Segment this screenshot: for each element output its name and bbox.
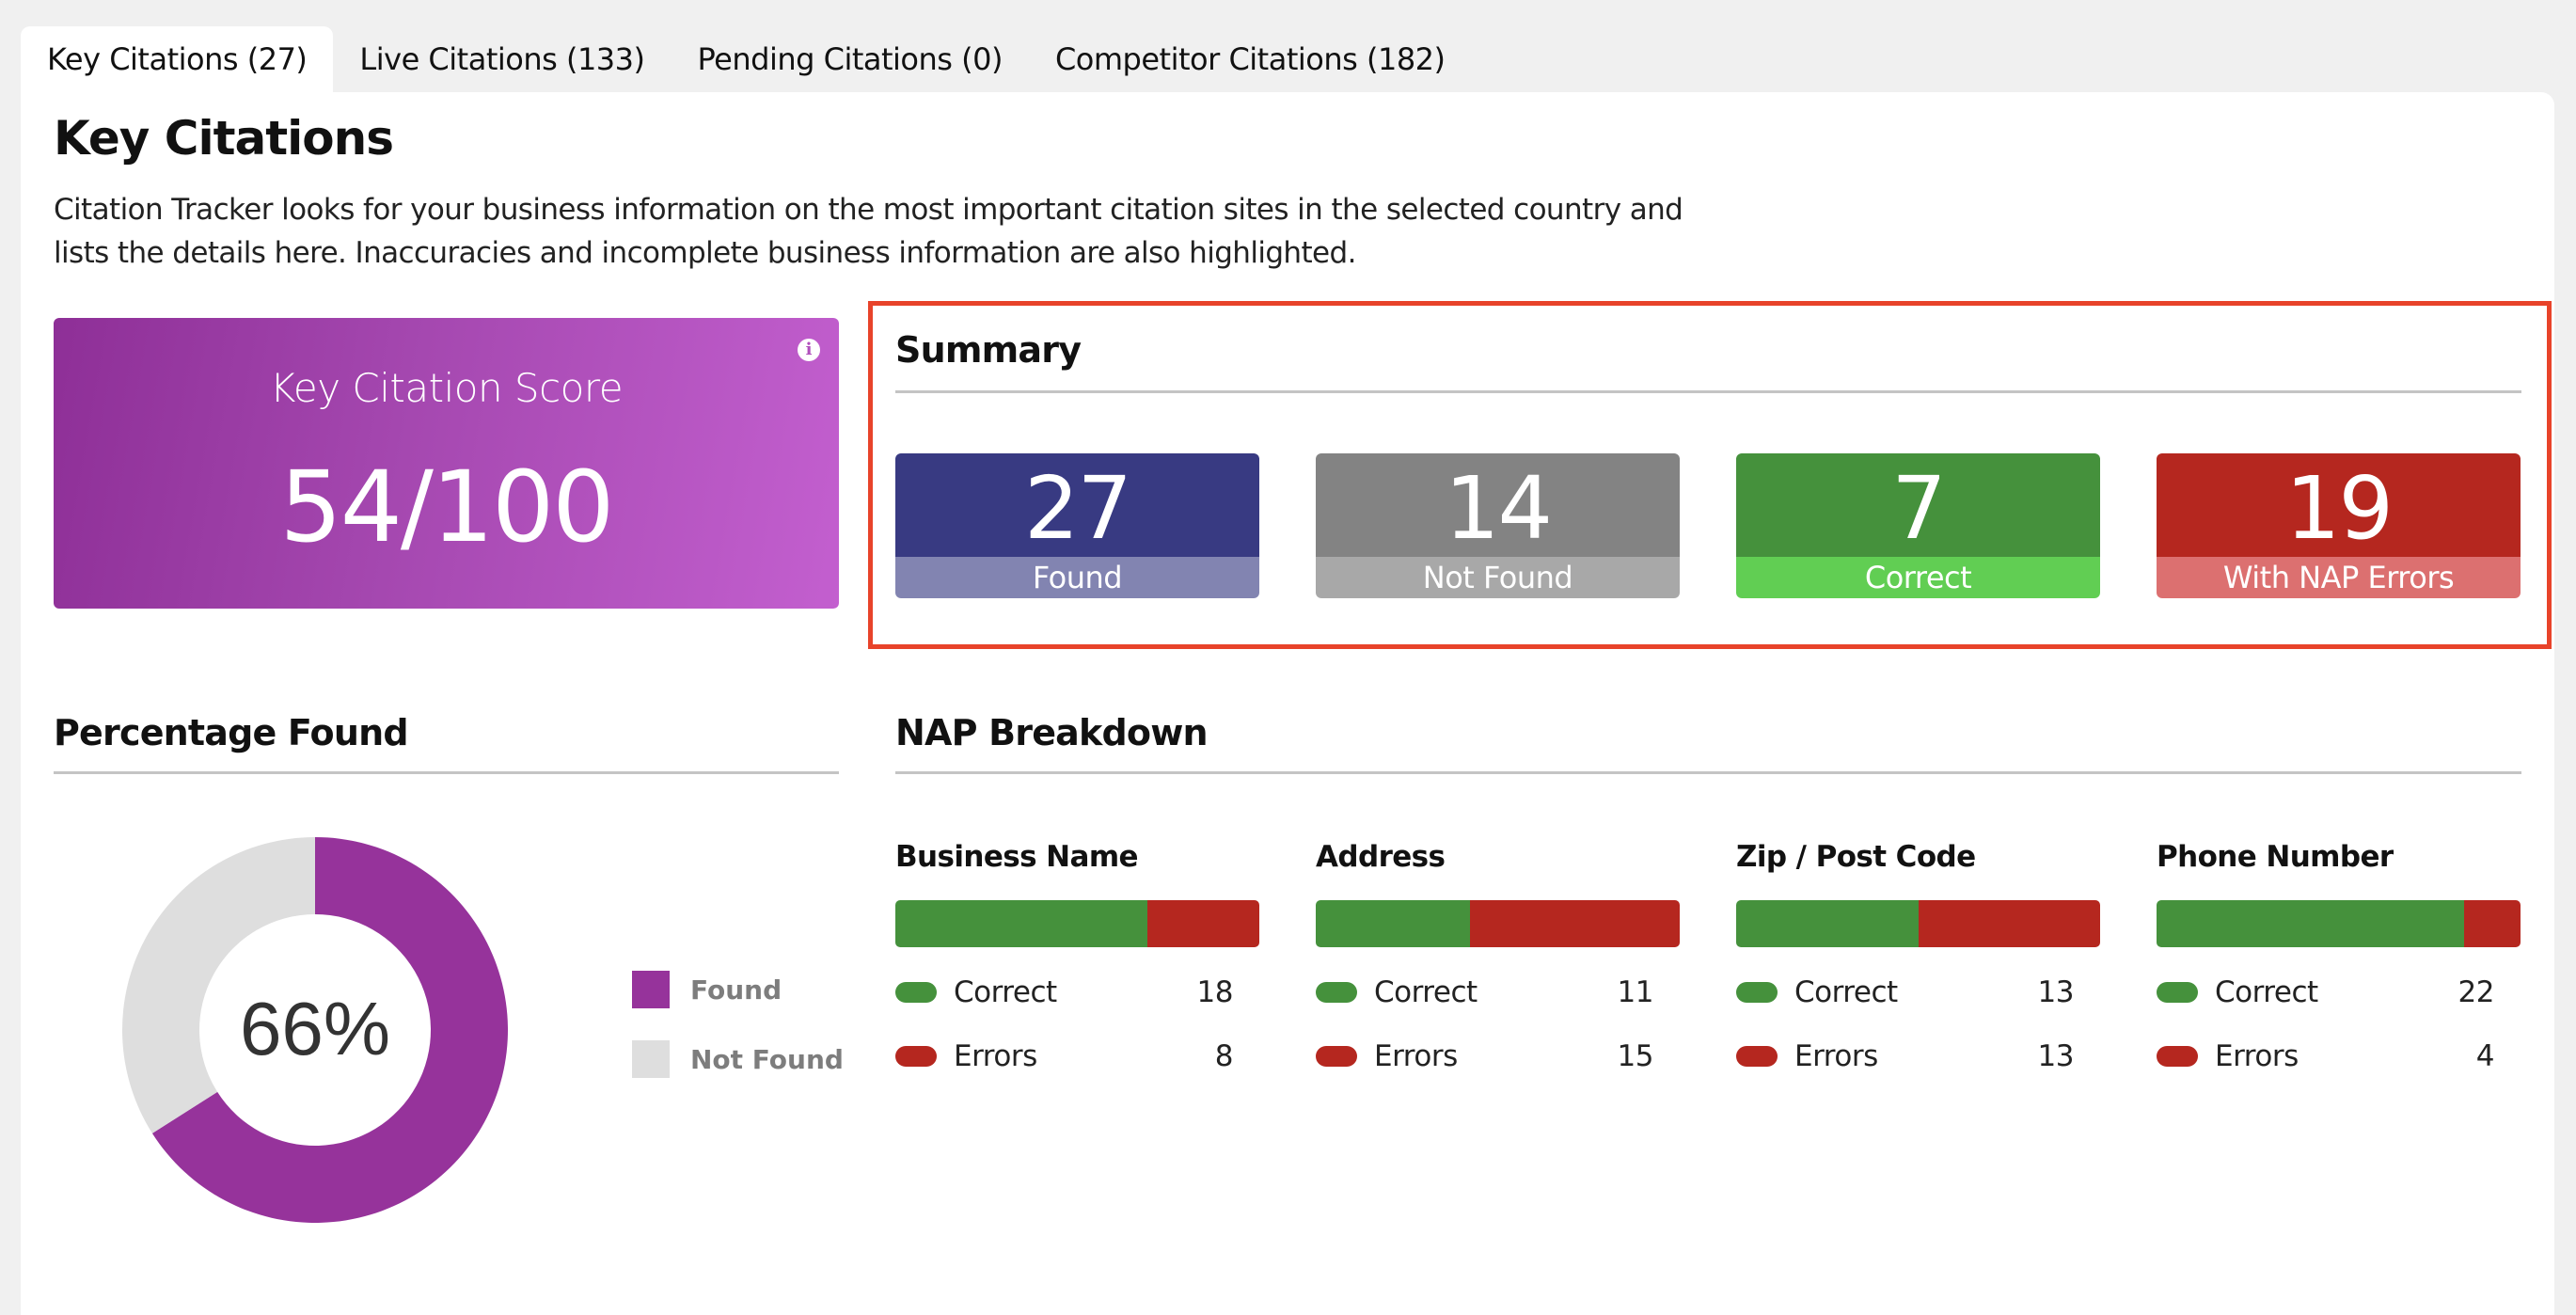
tab-competitor-citations[interactable]: Competitor Citations (182) bbox=[1029, 26, 1472, 92]
legend-swatch-not-found bbox=[632, 1040, 670, 1078]
error-dot-icon bbox=[1316, 1046, 1357, 1067]
nap-bar bbox=[2157, 900, 2521, 947]
key-citation-score-card: i Key Citation Score 54/100 bbox=[54, 318, 839, 609]
score-label: Key Citation Score bbox=[269, 365, 624, 411]
summary-tile-found[interactable]: 27 Found bbox=[895, 453, 1259, 598]
correct-dot-icon bbox=[1316, 982, 1357, 1003]
nap-row-errors: Errors 4 bbox=[2157, 1038, 2521, 1075]
nap-bar-correct bbox=[1316, 900, 1470, 947]
nap-row-label: Correct bbox=[2215, 975, 2318, 1009]
nap-row-label: Errors bbox=[1374, 1039, 1458, 1073]
legend-swatch-found bbox=[632, 971, 670, 1008]
nap-row-value: 15 bbox=[1617, 1039, 1654, 1073]
correct-dot-icon bbox=[1736, 982, 1778, 1003]
nap-row-correct: Correct 13 bbox=[1736, 974, 2100, 1011]
nap-row-errors: Errors 13 bbox=[1736, 1038, 2100, 1075]
nap-row-label: Errors bbox=[1794, 1039, 1878, 1073]
percentage-found-title: Percentage Found bbox=[54, 712, 409, 753]
legend-item-not-found: Not Found bbox=[632, 1040, 844, 1078]
nap-bar-errors bbox=[1469, 900, 1680, 947]
nap-row-errors: Errors 8 bbox=[895, 1038, 1259, 1075]
score-value: 54/100 bbox=[279, 450, 615, 564]
nap-bar-correct bbox=[1736, 900, 1919, 947]
nap-column-phone-number: Phone Number Correct 22 Errors 4 bbox=[2157, 840, 2521, 1075]
nap-row-label: Correct bbox=[1794, 975, 1898, 1009]
nap-bar-correct bbox=[2157, 900, 2465, 947]
nap-breakdown-title: NAP Breakdown bbox=[895, 712, 1209, 753]
info-icon[interactable]: i bbox=[798, 339, 820, 361]
donut-center-label: 66% bbox=[239, 987, 391, 1070]
summary-title: Summary bbox=[895, 329, 1082, 371]
page-description: Citation Tracker looks for your business… bbox=[54, 193, 1683, 270]
tile-value: 14 bbox=[1316, 453, 1680, 559]
nap-bar bbox=[1316, 900, 1680, 947]
nap-row-value: 22 bbox=[2457, 975, 2495, 1009]
nap-column-business-name: Business Name Correct 18 Errors 8 bbox=[895, 840, 1259, 1075]
nap-row-correct: Correct 18 bbox=[895, 974, 1259, 1011]
nap-row-value: 4 bbox=[2475, 1039, 2495, 1073]
legend-item-found: Found bbox=[632, 971, 844, 1008]
nap-heading: Zip / Post Code bbox=[1736, 840, 1976, 874]
tab-bar: Key Citations (27) Live Citations (133) … bbox=[21, 26, 1472, 92]
tile-value: 19 bbox=[2157, 453, 2521, 559]
nap-bar-errors bbox=[2464, 900, 2521, 947]
nap-row-label: Errors bbox=[2215, 1039, 2299, 1073]
nap-row-value: 11 bbox=[1617, 975, 1654, 1009]
nap-heading: Business Name bbox=[895, 840, 1139, 874]
nap-bar-correct bbox=[895, 900, 1147, 947]
tile-value: 7 bbox=[1736, 453, 2100, 559]
summary-tile-not-found[interactable]: 14 Not Found bbox=[1316, 453, 1680, 598]
nap-bar bbox=[1736, 900, 2100, 947]
nap-bar-errors bbox=[1146, 900, 1259, 947]
nap-row-errors: Errors 15 bbox=[1316, 1038, 1680, 1075]
nap-column-address: Address Correct 11 Errors 15 bbox=[1316, 840, 1680, 1075]
correct-dot-icon bbox=[2157, 982, 2198, 1003]
nap-row-correct: Correct 11 bbox=[1316, 974, 1680, 1011]
legend-label: Not Found bbox=[690, 1043, 844, 1075]
donut-chart: 66% bbox=[113, 828, 517, 1232]
nap-divider bbox=[895, 771, 2521, 774]
nap-bar bbox=[895, 900, 1259, 947]
error-dot-icon bbox=[895, 1046, 937, 1067]
tile-label: Correct bbox=[1736, 557, 2100, 598]
nap-heading: Phone Number bbox=[2157, 840, 2394, 874]
tile-label: With NAP Errors bbox=[2157, 557, 2521, 598]
summary-divider bbox=[895, 390, 2521, 393]
donut-legend: Found Not Found bbox=[632, 971, 844, 1110]
error-dot-icon bbox=[1736, 1046, 1778, 1067]
nap-row-value: 8 bbox=[1214, 1039, 1234, 1073]
nap-heading: Address bbox=[1316, 840, 1446, 874]
nap-row-label: Correct bbox=[1374, 975, 1478, 1009]
nap-row-label: Correct bbox=[954, 975, 1057, 1009]
page-title: Key Citations bbox=[54, 111, 394, 166]
summary-tile-nap-errors[interactable]: 19 With NAP Errors bbox=[2157, 453, 2521, 598]
tile-value: 27 bbox=[895, 453, 1259, 559]
tile-label: Found bbox=[895, 557, 1259, 598]
nap-row-value: 13 bbox=[2037, 975, 2075, 1009]
percentage-divider bbox=[54, 771, 839, 774]
nap-row-label: Errors bbox=[954, 1039, 1037, 1073]
nap-row-value: 13 bbox=[2037, 1039, 2075, 1073]
tile-label: Not Found bbox=[1316, 557, 1680, 598]
summary-tile-correct[interactable]: 7 Correct bbox=[1736, 453, 2100, 598]
correct-dot-icon bbox=[895, 982, 937, 1003]
legend-label: Found bbox=[690, 974, 782, 1006]
nap-column-zip-post-code: Zip / Post Code Correct 13 Errors 13 bbox=[1736, 840, 2100, 1075]
tab-live-citations[interactable]: Live Citations (133) bbox=[333, 26, 671, 92]
nap-row-correct: Correct 22 bbox=[2157, 974, 2521, 1011]
tab-pending-citations[interactable]: Pending Citations (0) bbox=[672, 26, 1029, 92]
nap-row-value: 18 bbox=[1196, 975, 1234, 1009]
error-dot-icon bbox=[2157, 1046, 2198, 1067]
nap-bar-errors bbox=[1918, 900, 2100, 947]
tab-key-citations[interactable]: Key Citations (27) bbox=[21, 26, 334, 92]
